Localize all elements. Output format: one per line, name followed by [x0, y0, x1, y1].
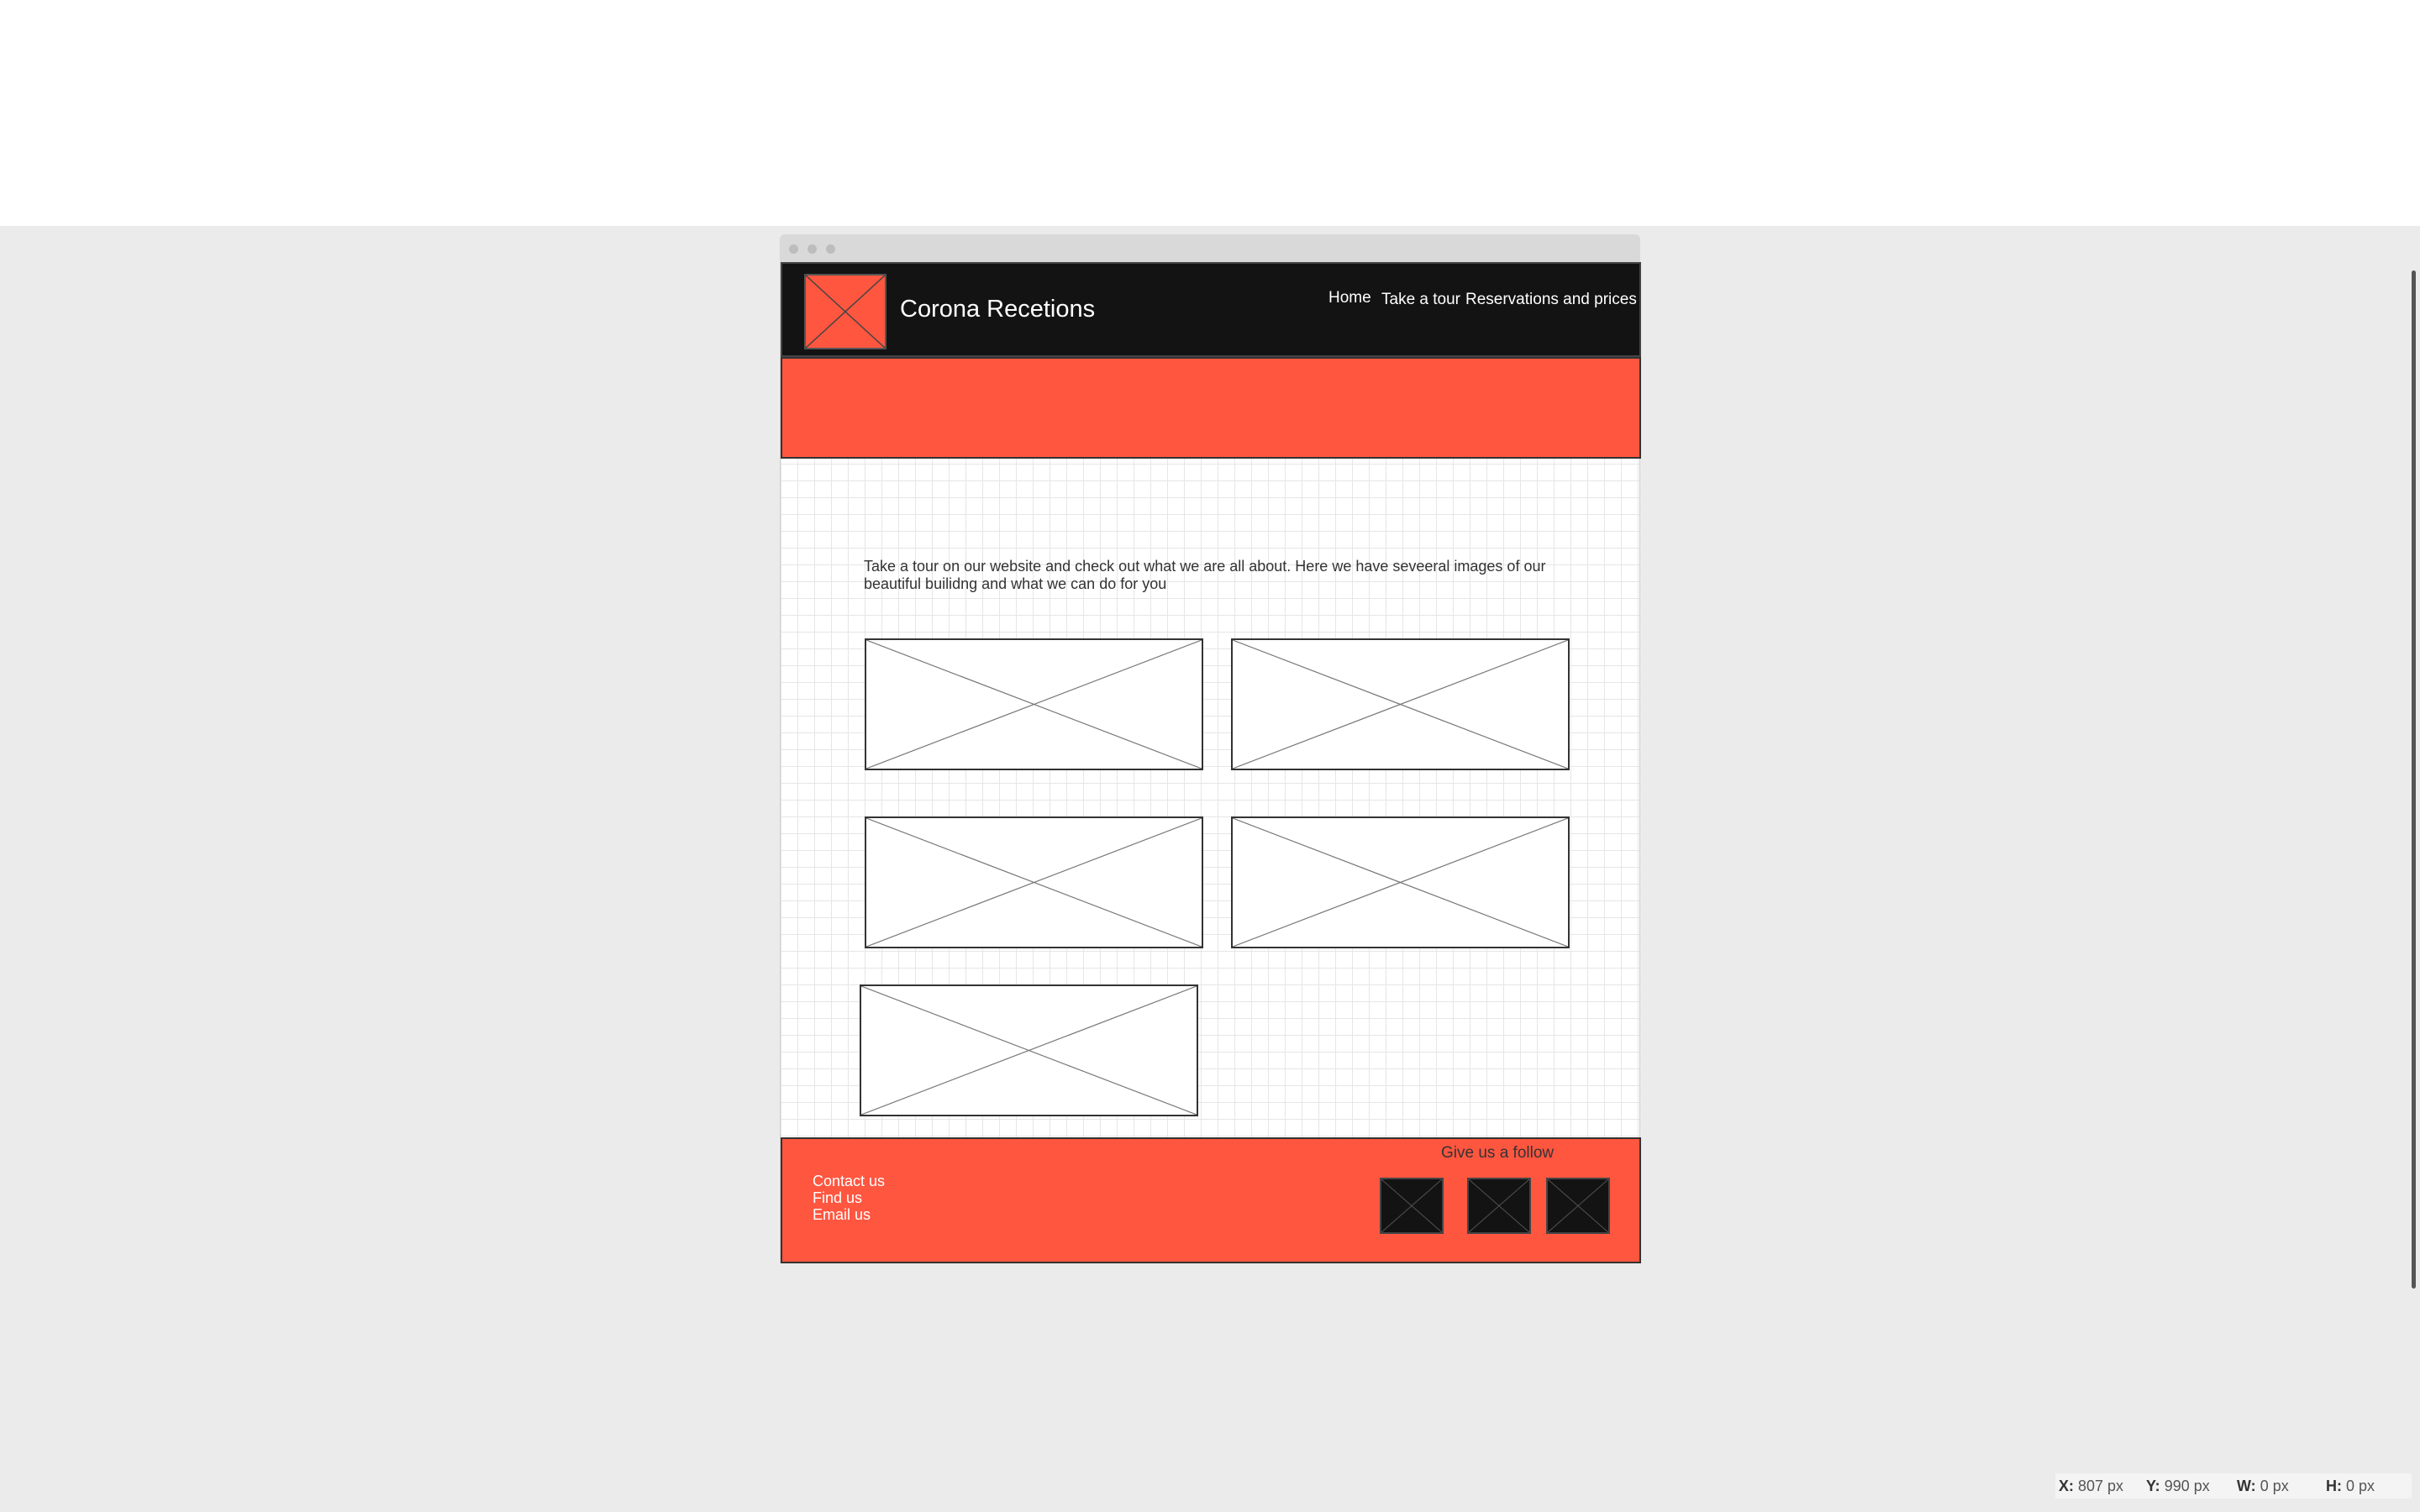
- footer-link-email-us[interactable]: Email us: [813, 1206, 871, 1224]
- nav-take-a-tour[interactable]: Take a tour: [1381, 291, 1460, 309]
- hero-banner: [781, 357, 1641, 459]
- vertical-scrollbar[interactable]: [2412, 270, 2416, 1289]
- site-header: Corona Recetions Home Take a tour Reserv…: [781, 262, 1641, 357]
- coordinates-status-bar: X: 807 px Y: 990 px W: 0 px H: 0 px: [2055, 1473, 2412, 1499]
- social-placeholder-icon[interactable]: [1546, 1178, 1610, 1234]
- top-blank-area: [0, 0, 2420, 226]
- image-placeholder-icon[interactable]: [1231, 816, 1570, 948]
- window-dot-icon: [789, 244, 798, 254]
- wireframe-page: Corona Recetions Home Take a tour Reserv…: [780, 262, 1641, 1263]
- status-w: W: 0 px: [2237, 1478, 2289, 1494]
- social-placeholder-icon[interactable]: [1467, 1178, 1531, 1234]
- status-y: Y: 990 px: [2146, 1478, 2210, 1494]
- status-x: X: 807 px: [2059, 1478, 2124, 1494]
- status-h: H: 0 px: [2326, 1478, 2375, 1494]
- image-placeholder-icon[interactable]: [860, 984, 1198, 1116]
- image-placeholder-icon[interactable]: [865, 638, 1203, 770]
- site-title: Corona Recetions: [900, 296, 1096, 323]
- image-placeholder-icon[interactable]: [1231, 638, 1570, 770]
- window-dot-icon: [808, 244, 817, 254]
- browser-window-bar: [780, 234, 1640, 262]
- site-footer: Contact us Find us Email us Give us a fo…: [781, 1137, 1641, 1263]
- nav-reservations-and-prices[interactable]: Reservations and prices: [1465, 291, 1637, 309]
- window-dot-icon: [826, 244, 835, 254]
- footer-link-contact-us[interactable]: Contact us: [813, 1173, 885, 1190]
- image-placeholder-icon[interactable]: [865, 816, 1203, 948]
- footer-link-find-us[interactable]: Find us: [813, 1189, 862, 1207]
- logo-placeholder-icon[interactable]: [804, 274, 886, 349]
- nav-home[interactable]: Home: [1328, 289, 1371, 307]
- intro-text: Take a tour on our website and check out…: [864, 558, 1546, 592]
- follow-heading: Give us a follow: [1441, 1144, 1555, 1162]
- social-placeholder-icon[interactable]: [1380, 1178, 1444, 1234]
